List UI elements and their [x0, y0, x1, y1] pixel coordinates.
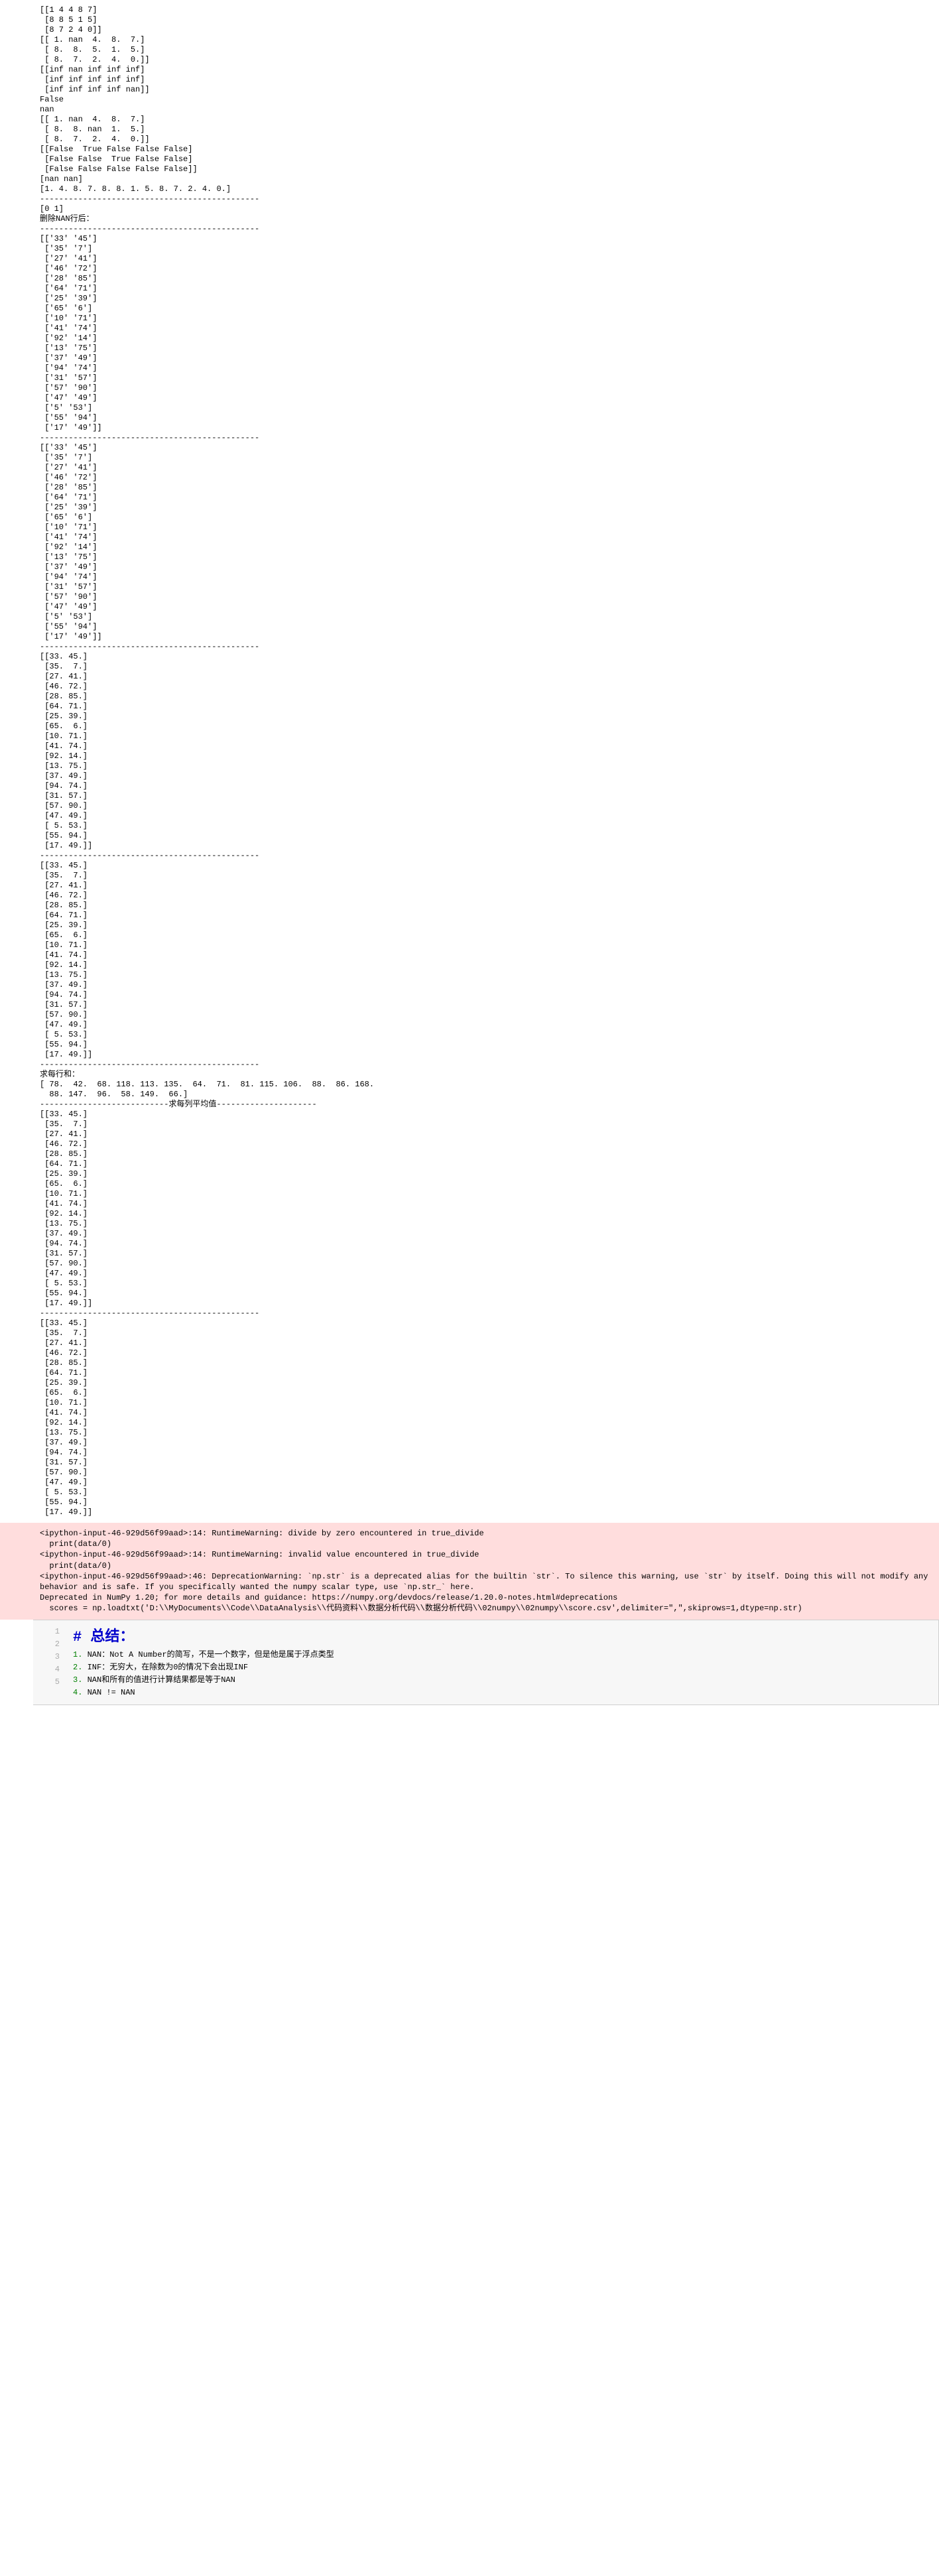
stdout-output: [[1 4 4 8 7] [8 8 5 1 5] [8 7 2 4 0]] [[… [0, 0, 939, 1523]
list-text: NAN和所有的值进行计算结果都是等于NAN [88, 1675, 235, 1685]
markdown-h1: # 总结： [73, 1629, 134, 1645]
list-text: NAN != NAN [88, 1688, 135, 1697]
code-gutter: 1 2 3 4 5 [33, 1626, 64, 1700]
gutter-num: 2 [33, 1638, 60, 1651]
list-num: 4. [73, 1688, 88, 1697]
code-cell[interactable]: 1 2 3 4 5 # 总结： 1. NAN：Not A Number的简写，不… [33, 1620, 939, 1706]
code-content[interactable]: # 总结： 1. NAN：Not A Number的简写，不是一个数字，但是他是… [73, 1626, 938, 1700]
stdout-text: [[1 4 4 8 7] [8 8 5 1 5] [8 7 2 4 0]] [[… [40, 5, 374, 1517]
gutter-num: 4 [33, 1663, 60, 1676]
gutter-num: 5 [33, 1676, 60, 1689]
list-num: 1. [73, 1650, 88, 1659]
stderr-text: <ipython-input-46-929d56f99aad>:14: Runt… [40, 1529, 933, 1613]
gutter-num: 3 [33, 1651, 60, 1663]
gutter-num: 1 [33, 1626, 60, 1638]
list-num: 2. [73, 1663, 88, 1672]
list-text: INF：无穷大，在除数为0的情况下会出现INF [88, 1663, 248, 1672]
stderr-output: <ipython-input-46-929d56f99aad>:14: Runt… [0, 1523, 939, 1620]
list-text: NAN：Not A Number的简写，不是一个数字，但是他是属于浮点类型 [88, 1650, 334, 1659]
list-num: 3. [73, 1675, 88, 1685]
